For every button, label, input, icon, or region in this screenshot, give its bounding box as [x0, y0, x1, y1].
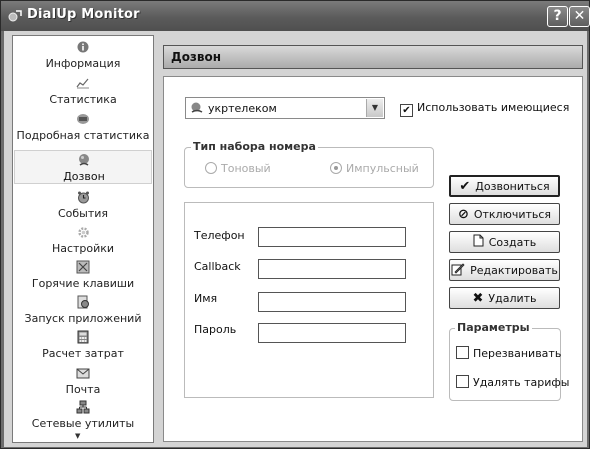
- delete-tariffs-checkbox[interactable]: Удалять тарифы: [456, 375, 569, 389]
- pulse-radio-dot[interactable]: [330, 162, 342, 174]
- sidebar-item-statistics[interactable]: Статистика: [14, 74, 152, 108]
- scroll-down-arrow-icon[interactable]: ▼: [75, 432, 80, 440]
- dial-type-group: Тип набора номера Тоновый Импульсный: [184, 140, 434, 188]
- sidebar-item-detailed-statistics[interactable]: Подробная статистика: [14, 110, 152, 144]
- sidebar-item-network-utilities[interactable]: Сетевые утилиты: [14, 398, 152, 432]
- dial-type-legend: Тип набора номера: [191, 140, 318, 153]
- panel-header: Дозвон: [163, 45, 583, 69]
- hotkeys-icon: [75, 260, 91, 274]
- dial-content-panel: укртелеком ▼ ✔ Использовать имеющиеся Тип…: [163, 76, 583, 442]
- network-icon: [75, 400, 91, 414]
- pulse-label: Импульсный: [346, 162, 419, 175]
- pulse-radio[interactable]: Импульсный: [330, 162, 419, 175]
- use-existing-checkbox[interactable]: ✔ Использовать имеющиеся: [400, 101, 569, 117]
- checkmark-icon: ✔: [459, 178, 471, 194]
- sidebar-item-dial[interactable]: Дозвон: [14, 150, 152, 184]
- sidebar-item-mail[interactable]: Почта: [14, 364, 152, 398]
- chevron-down-icon[interactable]: ▼: [366, 99, 383, 117]
- edit-document-icon: [451, 262, 465, 279]
- params-group: Параметры Перезванивать Удалять тарифы: [449, 321, 569, 401]
- delete-x-icon: ✖: [472, 290, 484, 306]
- app-logo-icon: [8, 10, 22, 22]
- tone-radio[interactable]: Тоновый: [205, 162, 271, 175]
- sidebar-nav: Информация Статистика Подробная статисти…: [12, 35, 154, 443]
- redial-label: Перезванивать: [473, 347, 562, 360]
- sidebar-item-label: Расчет затрат: [42, 347, 124, 360]
- gear-icon: [75, 225, 91, 239]
- delete-button-label: Удалить: [488, 291, 537, 305]
- params-legend: Параметры: [455, 321, 532, 334]
- sidebar-item-label: Сетевые утилиты: [31, 417, 135, 430]
- window-title: DialUp Monitor: [27, 7, 140, 22]
- connection-value: укртелеком: [208, 102, 277, 115]
- callback-input[interactable]: [258, 259, 406, 279]
- edit-button-label: Редактировать: [470, 263, 558, 277]
- sidebar-item-info[interactable]: Информация: [14, 38, 152, 72]
- create-button[interactable]: Создать: [449, 231, 560, 253]
- sidebar-item-label: Запуск приложений: [24, 312, 142, 325]
- new-document-icon: [473, 234, 484, 250]
- disconnect-button[interactable]: ⊘ Отключиться: [449, 203, 560, 225]
- tone-label: Тоновый: [221, 162, 271, 175]
- phone-label: Телефон: [194, 229, 245, 242]
- sidebar-item-app-launch[interactable]: Запуск приложений: [14, 293, 152, 327]
- sidebar-item-label: Дозвон: [63, 170, 105, 183]
- sidebar-item-label: Горячие клавиши: [31, 277, 135, 290]
- use-existing-check-box[interactable]: ✔: [400, 104, 413, 117]
- mail-icon: [75, 366, 91, 380]
- sidebar-item-label: Статистика: [49, 93, 117, 106]
- app-launch-icon: [75, 295, 91, 309]
- app-window: DialUp Monitor ? ✕ Информация Статистика: [0, 0, 590, 449]
- calculator-icon: [75, 330, 91, 344]
- redial-check-box[interactable]: [456, 346, 469, 359]
- help-button[interactable]: ?: [547, 6, 568, 27]
- password-input[interactable]: [258, 323, 406, 343]
- connection-fields-group: Телефон Callback Имя Пароль: [184, 202, 434, 398]
- close-button[interactable]: ✕: [569, 6, 590, 27]
- sidebar-item-settings[interactable]: Настройки: [14, 223, 152, 257]
- dial-button[interactable]: ✔ Дозвониться: [449, 175, 560, 197]
- sidebar-item-label: События: [57, 207, 109, 220]
- sidebar-item-hotkeys[interactable]: Горячие клавиши: [14, 258, 152, 292]
- delete-tariffs-label: Удалять тарифы: [473, 376, 570, 389]
- tone-radio-dot[interactable]: [205, 162, 217, 174]
- client-area: Информация Статистика Подробная статисти…: [4, 31, 587, 447]
- use-existing-label: Использовать имеющиеся: [417, 101, 570, 114]
- password-label: Пароль: [194, 323, 237, 336]
- delete-button[interactable]: ✖ Удалить: [449, 287, 560, 309]
- create-button-label: Создать: [488, 235, 537, 249]
- name-label: Имя: [194, 292, 218, 305]
- sidebar-item-label: Почта: [65, 383, 101, 396]
- phone-input[interactable]: [258, 227, 406, 247]
- title-bar[interactable]: DialUp Monitor ? ✕: [1, 1, 590, 31]
- edit-button[interactable]: Редактировать: [449, 259, 560, 281]
- alarm-clock-icon: [75, 190, 91, 204]
- sidebar-item-label: Информация: [45, 57, 121, 70]
- callback-label: Callback: [194, 260, 241, 273]
- redial-checkbox[interactable]: Перезванивать: [456, 346, 561, 360]
- name-input[interactable]: [258, 292, 406, 312]
- info-icon: [75, 40, 91, 54]
- sidebar-item-label: Настройки: [51, 242, 115, 255]
- globe-phone-icon: [76, 153, 92, 167]
- disconnect-button-label: Отключиться: [473, 207, 552, 221]
- sidebar-item-cost-calculation[interactable]: Расчет затрат: [14, 328, 152, 362]
- sidebar-item-label: Подробная статистика: [16, 129, 150, 142]
- chart-icon: [75, 76, 91, 90]
- connection-select[interactable]: укртелеком ▼: [185, 97, 385, 119]
- sidebar-item-events[interactable]: События: [14, 188, 152, 222]
- no-entry-icon: ⊘: [457, 206, 469, 222]
- dial-button-label: Дозвониться: [475, 179, 550, 193]
- delete-tariffs-check-box[interactable]: [456, 375, 469, 388]
- connection-icon: [190, 101, 204, 117]
- detail-stats-icon: [75, 112, 91, 126]
